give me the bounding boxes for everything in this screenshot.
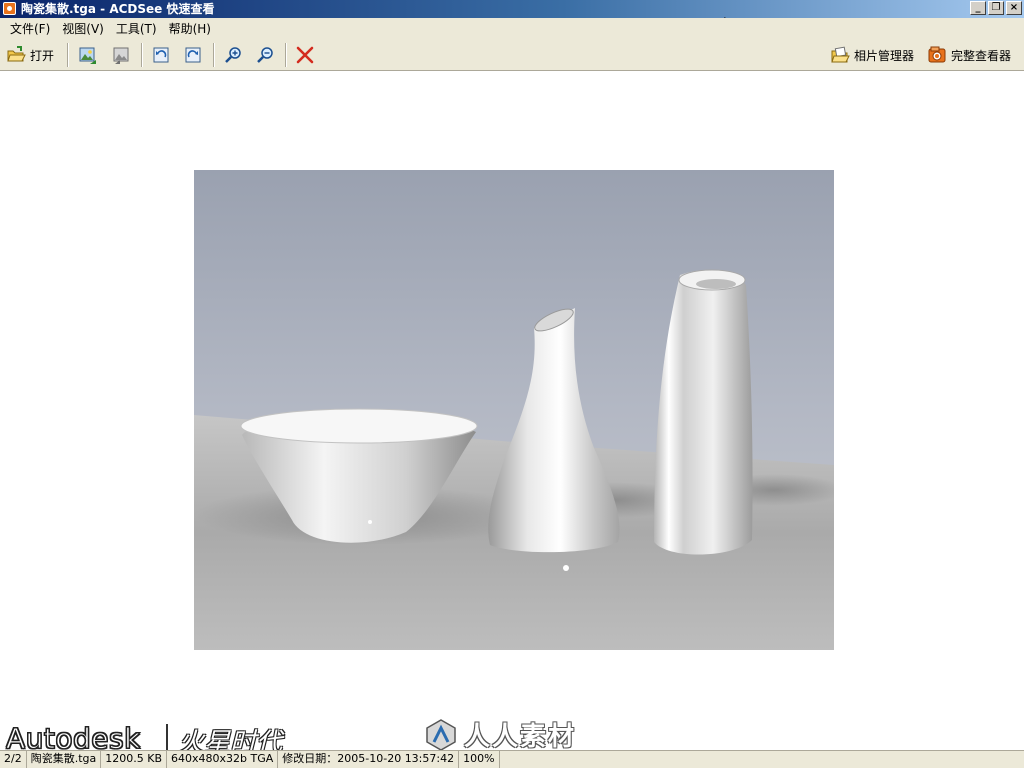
title-bar: 陶瓷集散.tga - ACDSee 快速查看 _ ❐ × xyxy=(0,0,1024,18)
menu-bar: 文件(F) 视图(V) 工具(T) 帮助(H) xyxy=(0,18,1024,39)
menu-help[interactable]: 帮助(H) xyxy=(163,19,217,39)
photo-manager-button[interactable]: 相片管理器 xyxy=(830,43,914,67)
rotate-left-button[interactable] xyxy=(151,43,171,67)
status-modified-date: 修改日期：2005-10-20 13:57:42 xyxy=(278,751,460,768)
acdsee-app-icon[interactable] xyxy=(3,2,16,15)
toolbar: 打开 相片管理器 完整查看器 xyxy=(0,39,1024,71)
delete-button[interactable] xyxy=(295,43,315,67)
rotate-right-button[interactable] xyxy=(183,43,203,67)
menu-view[interactable]: 视图(V) xyxy=(56,19,110,39)
zoom-out-button[interactable] xyxy=(255,43,275,67)
window-controls: _ ❐ × xyxy=(970,1,1022,15)
open-folder-icon xyxy=(7,46,26,62)
restore-button[interactable]: ❐ xyxy=(988,1,1004,15)
displayed-image xyxy=(194,170,834,650)
full-viewer-icon xyxy=(928,46,946,63)
toolbar-separator xyxy=(67,43,69,67)
status-bar: 2/2 陶瓷集散.tga 1200.5 KB 640x480x32b TGA 修… xyxy=(0,750,1024,768)
toolbar-separator xyxy=(213,43,215,67)
window-title: 陶瓷集散.tga - ACDSee 快速查看 xyxy=(21,2,215,16)
delete-icon xyxy=(296,46,314,64)
photo-manager-icon xyxy=(831,46,850,63)
menu-file[interactable]: 文件(F) xyxy=(4,19,56,39)
next-image-button[interactable] xyxy=(111,43,131,67)
zoom-in-button[interactable] xyxy=(223,43,243,67)
minimize-button[interactable]: _ xyxy=(970,1,986,15)
image-viewer-area[interactable] xyxy=(0,71,1024,750)
status-index: 2/2 xyxy=(0,751,27,768)
full-viewer-button[interactable]: 完整查看器 xyxy=(927,43,1011,67)
close-button[interactable]: × xyxy=(1006,1,1022,15)
zoom-out-icon xyxy=(257,47,273,63)
toolbar-separator xyxy=(285,43,287,67)
status-filename: 陶瓷集散.tga xyxy=(27,751,102,768)
photo-manager-label: 相片管理器 xyxy=(854,48,915,63)
toolbar-separator xyxy=(141,43,143,67)
full-viewer-label: 完整查看器 xyxy=(951,48,1012,63)
open-label: 打开 xyxy=(30,48,55,63)
zoom-in-icon xyxy=(225,47,241,63)
rotate-left-icon xyxy=(153,47,169,63)
menu-tools[interactable]: 工具(T) xyxy=(110,19,163,39)
status-zoom: 100% xyxy=(459,751,500,768)
previous-image-icon xyxy=(79,47,96,64)
next-image-icon xyxy=(113,47,129,64)
previous-image-button[interactable] xyxy=(78,43,98,67)
rotate-right-icon xyxy=(185,47,201,63)
status-filesize: 1200.5 KB xyxy=(101,751,167,768)
status-dimensions: 640x480x32b TGA xyxy=(167,751,279,768)
open-button[interactable]: 打开 xyxy=(6,43,54,67)
